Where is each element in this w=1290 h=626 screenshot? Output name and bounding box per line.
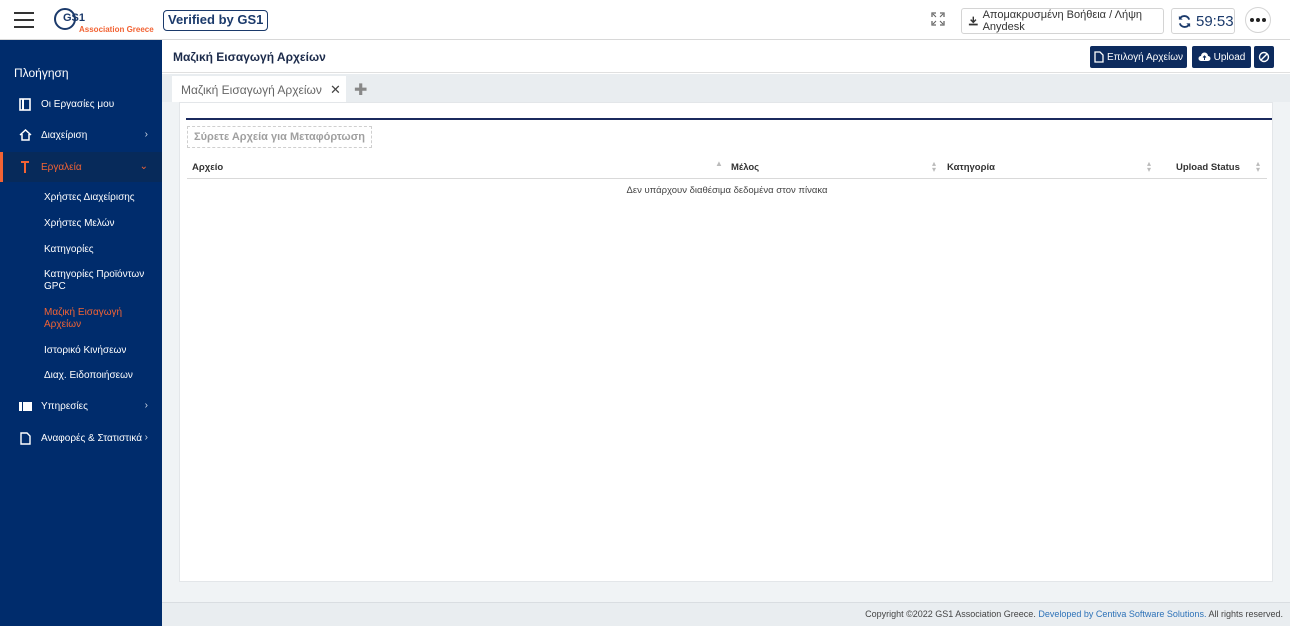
home-icon [18, 128, 32, 142]
upload-label: Upload [1213, 51, 1246, 63]
empty-table-message: Δεν υπάρχουν διαθέσιμα δεδομένα στον πίν… [626, 185, 828, 196]
panel-divider [186, 118, 1272, 120]
sidebar-item-reports[interactable]: Αναφορές & Στατιστικά › [0, 423, 162, 453]
sidebar-item-label: Αναφορές & Στατιστικά [41, 432, 142, 444]
sort-icon[interactable]: ▴ ▾ [932, 160, 936, 174]
sort-icon[interactable]: ▴ ▾ [1256, 160, 1260, 174]
chevron-right-icon: › [144, 129, 148, 140]
table-header: Αρχείο ▲ Μέλος ▴ ▾ Κατηγορία ▴ ▾ Upload St… [187, 158, 1267, 179]
sidebar-item-services[interactable]: Υπηρεσίες › [0, 391, 162, 421]
column-header-upload-status[interactable]: Upload Status [1176, 162, 1240, 173]
file-icon [1094, 51, 1104, 63]
download-icon [968, 16, 978, 26]
sidebar-subitem-categories[interactable]: Κατηγορίες [44, 244, 154, 256]
sidebar-item-label: Υπηρεσίες [41, 400, 88, 412]
sidebar-item-administration[interactable]: Διαχείριση › [0, 120, 162, 150]
add-tab-icon[interactable]: ✚ [354, 80, 367, 100]
upload-panel: Σύρετε Αρχεία για Μεταφόρτωση Αρχείο ▲ Μ… [179, 102, 1273, 582]
session-timer[interactable]: 59:53 [1171, 8, 1235, 34]
select-files-button[interactable]: Επιλογή Αρχείων [1090, 46, 1187, 68]
sort-icon[interactable]: ▴ ▾ [1147, 160, 1151, 174]
logo-main: GS1 [63, 12, 86, 24]
chevron-right-icon: › [144, 400, 148, 411]
timer-value: 59:53 [1196, 12, 1234, 30]
sidebar-item-label: Οι Εργασίες μου [41, 98, 115, 110]
footer: Copyright ©2022 GS1 Association Greece. … [162, 602, 1290, 626]
tab-label: Μαζική Εισαγωγή Αρχείων [181, 83, 322, 97]
tools-icon [18, 160, 32, 174]
sort-asc-icon[interactable]: ▲ [715, 160, 723, 168]
verified-badge: Verified by GS1 [163, 10, 269, 31]
page-title: Μαζική Εισαγωγή Αρχείων [173, 50, 326, 64]
files-table: Αρχείο ▲ Μέλος ▴ ▾ Κατηγορία ▴ ▾ Upload St… [187, 158, 1267, 196]
sidebar-subitem-bulk-import[interactable]: Μαζική Εισαγωγή Αρχείων [44, 307, 154, 331]
sidebar-item-label: Εργαλεία [41, 161, 82, 173]
logo-sub: Association Greece [79, 25, 154, 34]
list-icon [18, 399, 32, 413]
column-header-member[interactable]: Μέλος [731, 162, 759, 173]
page-header: Μαζική Εισαγωγή Αρχείων Επιλογή Αρχείων … [162, 40, 1290, 73]
ban-icon [1258, 51, 1270, 63]
sidebar-subitem-notifications[interactable]: Διαχ. Ειδοποιήσεων [44, 370, 154, 382]
chevron-down-icon: ⌄ [139, 161, 148, 172]
sidebar-item-my-tasks[interactable]: Οι Εργασίες μου [0, 89, 162, 119]
developer-link[interactable]: Developed by Centiva Software Solutions. [1038, 609, 1206, 619]
sidebar-subitem-history[interactable]: Ιστορικό Κινήσεων [44, 345, 154, 357]
file-dropzone[interactable]: Σύρετε Αρχεία για Μεταφόρτωση [187, 126, 372, 148]
content-area: Σύρετε Αρχεία για Μεταφόρτωση Αρχείο ▲ Μ… [162, 102, 1290, 602]
sidebar-item-tools[interactable]: Εργαλεία ⌄ [0, 152, 162, 182]
upload-button[interactable]: Upload [1192, 46, 1251, 68]
chevron-right-icon: › [144, 432, 148, 443]
sidebar-subitem-admin-users[interactable]: Χρήστες Διαχείρισης [44, 192, 154, 204]
nav-title: Πλοήγηση [14, 66, 69, 80]
cancel-button[interactable] [1254, 46, 1274, 68]
menu-icon[interactable] [14, 12, 34, 28]
gs1-logo[interactable]: GS1 Association Greece [54, 8, 159, 34]
tab-bulk-import[interactable]: Μαζική Εισαγωγή Αρχείων ✕ [172, 76, 346, 104]
top-bar: GS1 Association Greece Verified by GS1 Α… [0, 0, 1290, 40]
sidebar-subitem-gpc-categories[interactable]: Κατηγορίες Προϊόντων GPC [44, 269, 154, 293]
file-icon [18, 431, 32, 445]
cloud-upload-icon [1198, 52, 1211, 61]
select-files-label: Επιλογή Αρχείων [1106, 51, 1184, 63]
footer-text: Copyright ©2022 GS1 Association Greece. … [865, 609, 1283, 619]
remote-assistance-button[interactable]: Απομακρυσμένη Βοήθεια / Λήψη Anydesk [961, 8, 1164, 34]
book-icon [18, 97, 32, 111]
footer-rights: All rights reserved. [1208, 609, 1283, 619]
sidebar-item-label: Διαχείριση [41, 129, 88, 141]
sidebar: Πλοήγηση Οι Εργασίες μου Διαχείριση › Ερ… [0, 40, 162, 626]
remote-assistance-label: Απομακρυσμένη Βοήθεια / Λήψη Anydesk [982, 9, 1143, 33]
column-header-category[interactable]: Κατηγορία [947, 162, 995, 173]
refresh-icon [1178, 14, 1191, 28]
footer-copyright: Copyright ©2022 GS1 Association Greece. [865, 609, 1036, 619]
more-options-icon[interactable] [1245, 7, 1271, 33]
fullscreen-icon[interactable] [930, 11, 946, 27]
sidebar-subitem-member-users[interactable]: Χρήστες Μελών [44, 218, 154, 230]
tabs-bar: Μαζική Εισαγωγή Αρχείων ✕ ✚ [162, 74, 1290, 104]
close-icon[interactable]: ✕ [330, 82, 341, 98]
column-header-file[interactable]: Αρχείο [192, 162, 223, 173]
